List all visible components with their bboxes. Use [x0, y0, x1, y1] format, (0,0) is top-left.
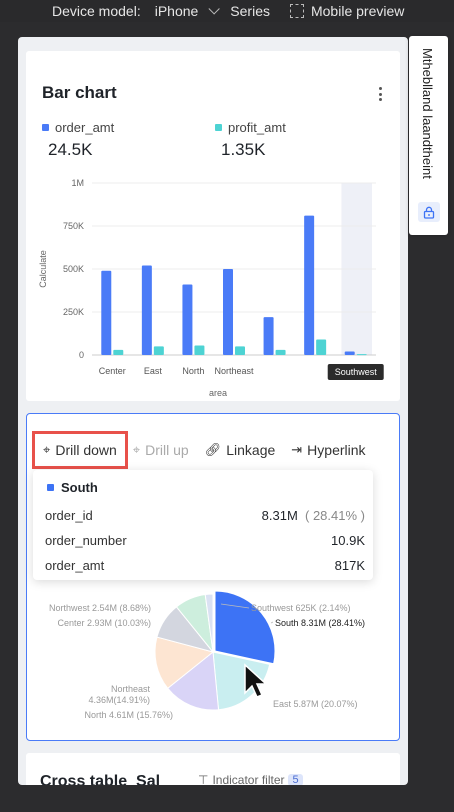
x-tick-label: Northeast: [214, 366, 254, 376]
chart-tooltip: South order_id 8.31M ( 28.41% ) order_nu…: [33, 470, 373, 580]
pie-leader-line: [270, 621, 274, 624]
y-axis-label: Calculate: [38, 250, 48, 288]
pie-label: 4.36M(14.91%): [88, 695, 150, 705]
bar-chart-card[interactable]: Bar chart order_amt 24.5K profit_amt 1.3…: [26, 51, 400, 401]
tooltip-row-label: order_number: [45, 533, 127, 548]
bar-profit_amt: [113, 349, 124, 355]
mobile-preview-button[interactable]: Mobile preview: [289, 3, 405, 19]
bar-order_amt: [344, 351, 355, 355]
bar-order_amt: [182, 284, 193, 355]
legend-label: order_amt: [55, 120, 115, 135]
pie-chart-plot[interactable]: South 8.31M (28.41%) East 5.87M (20.07%) N…: [27, 574, 401, 742]
legend-color-swatch: [215, 124, 222, 131]
bar-order_amt: [223, 269, 233, 355]
mobile-preview-label: Mobile preview: [310, 3, 405, 19]
mobile-device-frame: Bar chart order_amt 24.5K profit_amt 1.3…: [18, 37, 408, 785]
y-tick-label: 750K: [63, 221, 84, 231]
frame-icon: [289, 4, 304, 18]
side-panel[interactable]: Mtheblland laandtheint: [409, 36, 448, 235]
card-title: Cross table_Sal: [40, 773, 161, 785]
pie-slice: [214, 590, 276, 665]
bar-order_amt: [263, 317, 274, 355]
pie-label: South 8.31M (28.41%): [275, 618, 365, 628]
device-model-label: Device model:: [52, 3, 141, 19]
external-link-icon: ⇥: [291, 442, 303, 457]
tooltip-title-text: South: [61, 480, 98, 495]
pie-label: Center 2.93M (10.03%): [57, 618, 151, 628]
drill-up-label: Drill up: [145, 442, 189, 458]
tooltip-row-percent: ( 28.41% ): [305, 508, 365, 523]
tooltip-row-label: order_amt: [45, 558, 105, 573]
bar-profit_amt: [356, 354, 367, 356]
link-icon: 🔗︎: [204, 442, 222, 457]
tooltip-row-value: 817K: [334, 558, 365, 573]
x-tick-label: Center: [99, 366, 126, 376]
series-label[interactable]: Series: [230, 3, 270, 19]
linkage-button[interactable]: 🔗︎ Linkage: [197, 434, 284, 466]
bar-chart-plot[interactable]: 0 250K 500K 750K 1M Calculate Center East North N…: [26, 169, 400, 399]
filter-icon: ⊤: [198, 773, 209, 785]
bar-profit_amt: [316, 339, 327, 355]
cross-table-card[interactable]: Cross table_Sal ⊤ Indicator filter 5: [26, 753, 400, 785]
kpi-value-order-amt: 24.5K: [48, 140, 93, 159]
x-tick-label: North: [182, 366, 204, 376]
legend-color-swatch: [42, 124, 49, 131]
bar-profit_amt: [153, 346, 164, 355]
tooltip-row-value: 10.9K: [331, 533, 365, 548]
x-tick-label-highlighted: Southwest: [335, 367, 378, 377]
lock-icon[interactable]: [418, 202, 440, 222]
tooltip-row-value: 8.31M: [261, 508, 298, 523]
bar-order_amt: [141, 265, 152, 355]
card-title: Bar chart: [42, 83, 117, 102]
pie-label: East 5.87M (20.07%): [273, 699, 358, 709]
top-toolbar: Device model: iPhone Series Mobile previ…: [0, 0, 454, 22]
y-tick-label: 0: [79, 350, 84, 360]
device-select[interactable]: iPhone: [154, 3, 221, 19]
bar-profit_amt: [275, 349, 286, 355]
tooltip-title: South: [47, 480, 98, 495]
y-tick-label: 500K: [63, 264, 84, 274]
chevron-down-icon: [208, 3, 221, 15]
drill-up-button[interactable]: ⌖ Drill up: [125, 434, 197, 466]
indicator-filter-button[interactable]: ⊤ Indicator filter 5: [198, 773, 303, 785]
drill-down-label: Drill down: [55, 442, 117, 458]
pie-label: Northwest 2.54M (8.68%): [49, 603, 151, 613]
pie-label: Northeast: [111, 684, 151, 694]
bar-profit_amt: [194, 345, 205, 355]
legend-label: profit_amt: [228, 120, 286, 135]
device-select-value: iPhone: [154, 3, 199, 19]
legend-item-profit-amt[interactable]: profit_amt: [215, 120, 286, 135]
drill-down-button[interactable]: ⌖ Drill down: [32, 431, 128, 469]
bar-order_amt: [101, 270, 112, 355]
x-tick-label: East: [144, 366, 163, 376]
side-panel-label: Mtheblland laandtheint: [420, 48, 435, 179]
tooltip-row: order_amt 817K: [45, 558, 365, 573]
linkage-label: Linkage: [226, 442, 276, 458]
pie-label: North 4.61M (15.76%): [84, 710, 173, 720]
pie-label: Southwest 625K (2.14%): [251, 603, 351, 613]
drill-icon: ⌖: [43, 442, 51, 457]
y-tick-label: 1M: [71, 178, 84, 188]
kpi-value-profit-amt: 1.35K: [221, 140, 266, 159]
tooltip-color-swatch: [47, 484, 54, 491]
bar-order_amt: [304, 215, 315, 355]
tooltip-row-label: order_id: [45, 508, 93, 523]
pie-chart-card[interactable]: South 8.31M (28.41%) East 5.87M (20.07%) N…: [26, 413, 400, 741]
drill-icon: ⌖: [132, 442, 141, 457]
y-tick-label: 250K: [63, 307, 84, 317]
indicator-filter-label: Indicator filter: [212, 773, 285, 785]
bar-profit_amt: [235, 346, 245, 355]
hyperlink-button[interactable]: ⇥ Hyperlink: [283, 434, 373, 466]
hyperlink-label: Hyperlink: [307, 442, 366, 458]
x-axis-label: area: [209, 388, 227, 398]
tooltip-row: order_id 8.31M ( 28.41% ): [45, 508, 365, 523]
chart-action-toolbar: ⌖ Drill down ⌖ Drill up 🔗︎ Linkage ⇥ Hyp…: [32, 431, 373, 469]
tooltip-row: order_number 10.9K: [45, 533, 365, 548]
legend-item-order-amt[interactable]: order_amt: [42, 120, 114, 135]
filter-count-badge: 5: [288, 774, 303, 785]
more-icon[interactable]: [378, 87, 382, 101]
